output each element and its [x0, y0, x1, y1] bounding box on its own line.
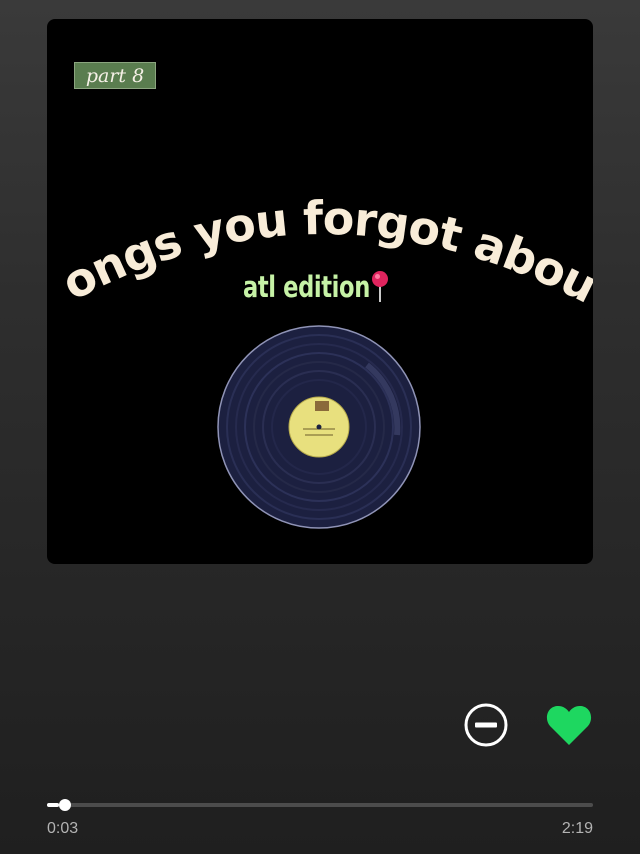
total-duration: 2:19	[561, 820, 593, 837]
artwork-subtitle-group: atl edition	[243, 267, 389, 307]
album-artwork: part 8 songs you forgot about atl editio…	[47, 19, 593, 564]
minus-circle-icon[interactable]	[463, 702, 509, 748]
heart-filled-icon[interactable]	[545, 702, 593, 748]
round-pushpin-icon	[372, 271, 388, 302]
track-actions	[0, 700, 640, 750]
progress-thumb[interactable]	[59, 799, 71, 811]
vinyl-record-icon	[217, 325, 421, 529]
progress-track[interactable]	[47, 803, 593, 807]
progress-fill	[47, 803, 59, 807]
playback-progress-bar[interactable]	[47, 798, 593, 812]
elapsed-time: 0:03	[47, 820, 79, 837]
artwork-subtitle: atl edition	[243, 270, 370, 304]
